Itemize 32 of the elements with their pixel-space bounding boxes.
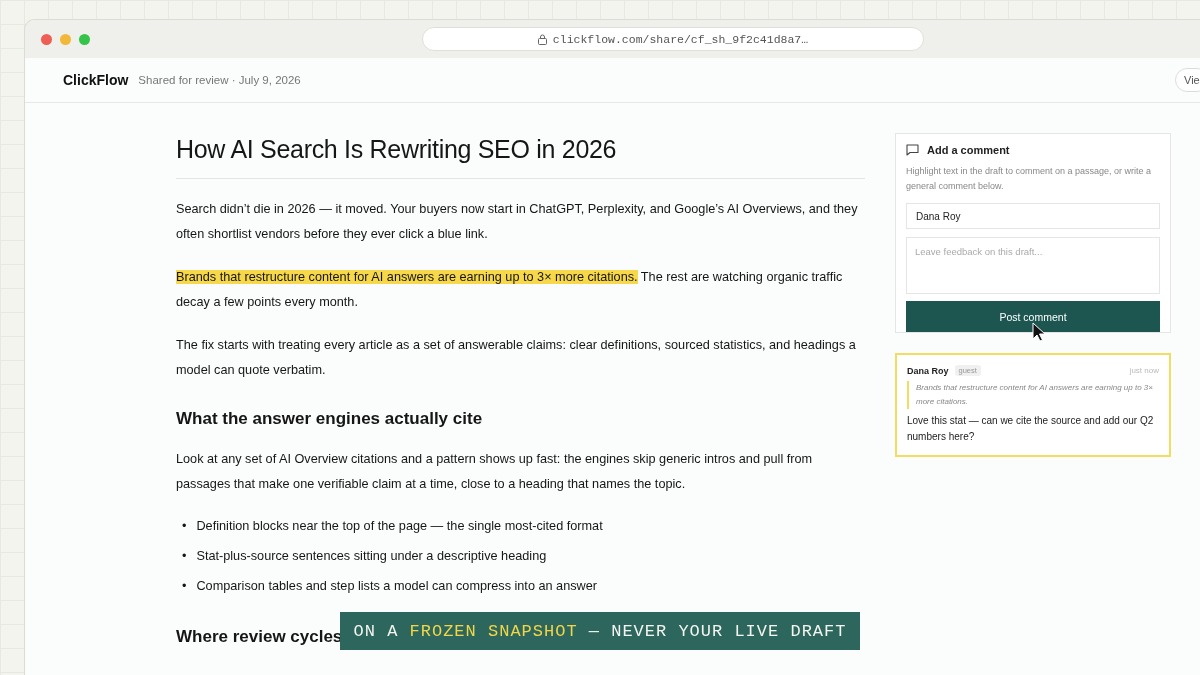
comment-text: Love this stat — can we cite the source and add our Q2 numbers here? (907, 414, 1155, 444)
speech-bubble-icon (906, 144, 919, 156)
post-comment-button[interactable]: Post comment (906, 301, 1160, 332)
caption-banner: ON A FROZEN SNAPSHOT — NEVER YOUR LIVE DRAFT (340, 612, 860, 650)
address-bar[interactable]: clickflow.com/share/cf_sh_9f2c41d8a7… (422, 27, 924, 51)
brand-name: ClickFlow (63, 72, 129, 88)
paragraph: The fix starts with treating every article as a set of answerable claims: clear definitions, sourced statistics, and headings a model can quote verbatim. (176, 337, 857, 379)
paragraph: Look at any set of AI Overview citations and a pattern shows up fast: the engines skip generic intros and pull from passages that make one verifiable claim at a time, close to a heading that names the topic. (176, 451, 814, 493)
form-title: Add a comment (927, 144, 1010, 156)
window-control[interactable] (60, 33, 71, 45)
comment-field[interactable]: Leave feedback on this draft... (906, 237, 1160, 294)
bullet-item: Stat-plus-source sentences sitting under a descriptive heading (196, 548, 547, 565)
share-info: Shared for review · July 9, 2026 (138, 74, 301, 86)
name-field[interactable]: Dana Roy (906, 203, 1160, 229)
window-control[interactable] (79, 33, 90, 45)
quoted-passage: Brands that restructure content for AI answers are earning up to 3× more citations. (907, 381, 1159, 409)
view-button[interactable]: Vie (1175, 68, 1200, 92)
paragraph: Brands that restructure content for AI answers are earning up to 3× more citations. The rest are watching organic traffic decay a few points every month. (176, 269, 844, 311)
article-title: How AI Search Is Rewriting SEO in 2026 (176, 135, 865, 179)
bullet-marker: • (182, 578, 187, 595)
comment-time: just now (1129, 366, 1159, 375)
paragraph: Search didn’t die in 2026 — it moved. Your buyers now start in ChatGPT, Perplexity, and Google’s AI Overviews, and they often shortlist vendors before they ever click a blue link. (176, 201, 859, 243)
comment-author: Dana Roy (907, 365, 949, 376)
bullet-marker: • (182, 548, 187, 565)
section-heading: What the answer engines actually cite (176, 409, 483, 429)
bullet-item: Definition blocks near the top of the page — the single most-cited format (196, 518, 603, 535)
section-heading: Where review cycles (176, 627, 343, 647)
bullet-item: Comparison tables and step lists a model can compress into an answer (196, 578, 597, 595)
bullet-marker: • (182, 518, 187, 535)
form-hint: Highlight text in the draft to comment on a passage, or write a general comment below. (906, 165, 1153, 193)
window-control[interactable] (41, 33, 52, 45)
lock-icon (537, 33, 547, 45)
